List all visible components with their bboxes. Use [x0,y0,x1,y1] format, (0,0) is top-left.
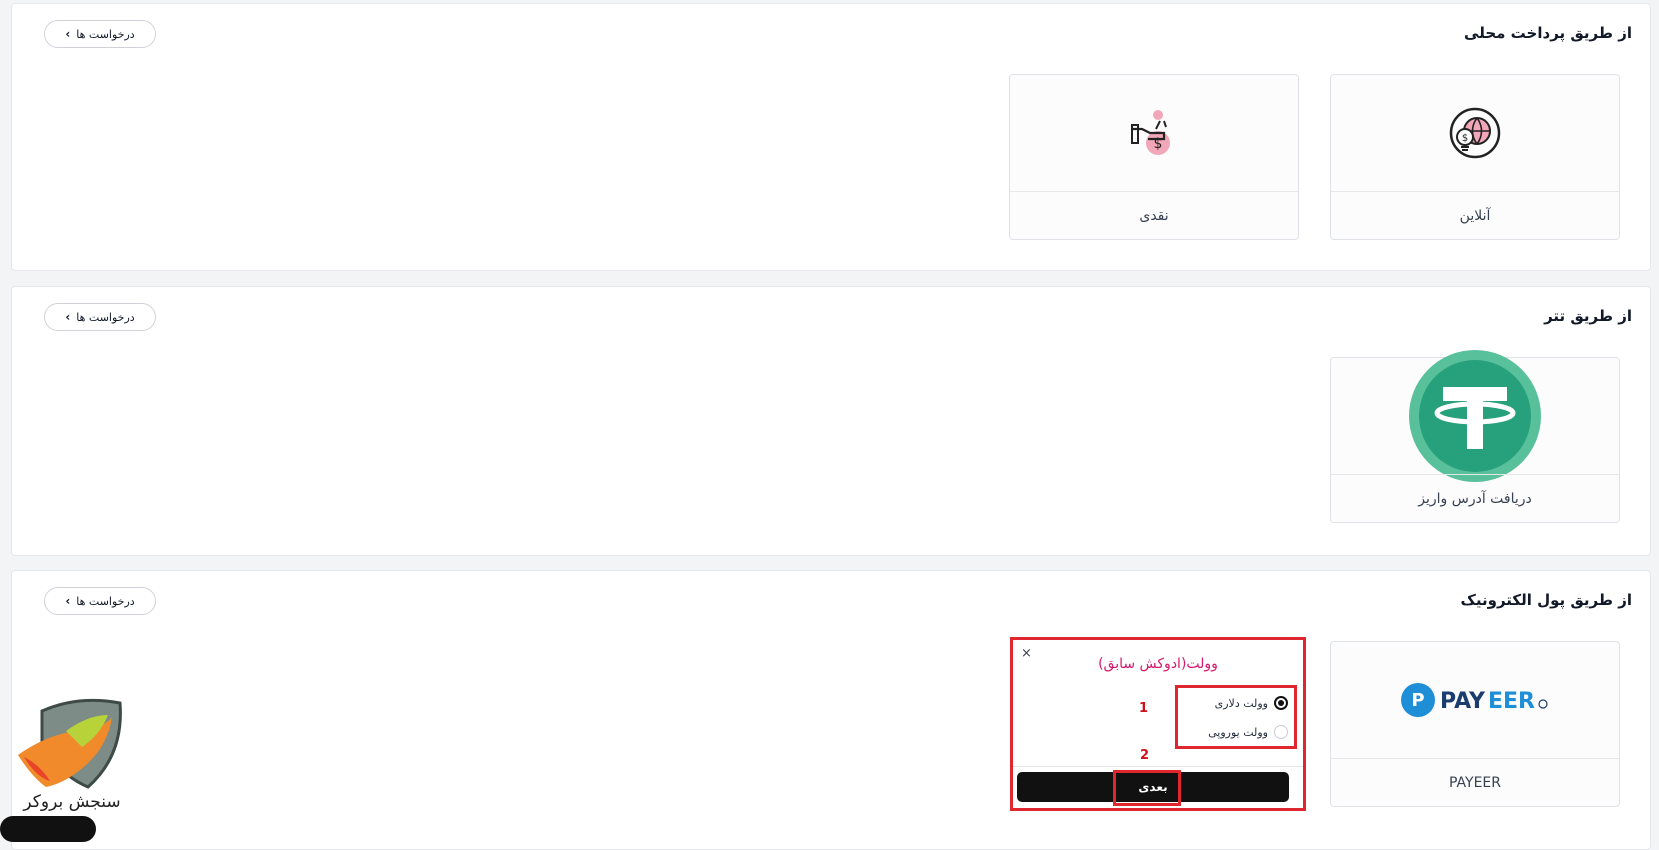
section-tether: از طریق تتر ‹ درخواست ها دریافت آدرس وار… [11,286,1651,556]
requests-button[interactable]: ‹ درخواست ها [44,587,156,615]
requests-button-label: درخواست ها [76,594,135,608]
annotation-number-1: 1 [1139,701,1149,716]
payment-card-online[interactable]: $ آنلاین [1330,74,1620,240]
section-local-payment: از طریق پرداخت محلی ‹ درخواست ها $ آنلای… [11,3,1651,271]
card-label: PAYEER [1449,775,1502,791]
radio-label: وولت دلاری [1214,696,1268,710]
requests-button-label: درخواست ها [76,27,135,41]
online-payment-globe-icon: $ [1331,75,1619,191]
card-label: آنلاین [1459,208,1491,224]
svg-text:PAY: PAY [1440,689,1486,714]
payment-card-tether[interactable]: دریافت آدرس واریز [1330,350,1620,523]
svg-text:سنجش بروکر: سنجش بروکر [22,792,120,812]
card-label: نقدی [1139,208,1169,224]
section-title: از طریق تتر [1544,307,1632,325]
tether-usdt-icon [1331,350,1619,482]
chevron-left-icon: ‹ [65,594,71,608]
chevron-left-icon: ‹ [65,27,71,41]
wallet-selection-popup: × وولت(ادوکش سابق) وولت دلاری وولت یوروپ… [1010,637,1306,811]
radio-label: وولت یوروپی [1208,725,1268,739]
radio-option-dollar-wallet[interactable]: وولت دلاری [1215,696,1288,710]
requests-button[interactable]: ‹ درخواست ها [44,303,156,331]
radio-button-unchecked[interactable] [1274,725,1288,739]
svg-text:P: P [1411,690,1424,711]
svg-text:EER: EER [1488,689,1535,714]
card-label: دریافت آدرس واریز [1418,491,1532,507]
radio-option-euro-wallet[interactable]: وولت یوروپی [1208,725,1288,739]
brand-logo: سنجش بروکر [16,695,128,813]
cash-money-hand-icon: $ [1010,75,1298,191]
requests-button[interactable]: ‹ درخواست ها [44,20,156,48]
section-electronic-money: از طریق پول الکترونیک ‹ درخواست ها P PAY… [11,570,1651,850]
radio-button-checked[interactable] [1274,696,1288,710]
highlight-box-options: وولت دلاری وولت یوروپی [1175,685,1297,749]
chevron-left-icon: ‹ [65,310,71,324]
popup-title: وولت(ادوکش سابق) [1098,656,1218,672]
highlight-box-next [1113,770,1181,806]
svg-text:$: $ [1462,133,1468,144]
section-title: از طریق پرداخت محلی [1464,24,1632,42]
payment-card-cash[interactable]: $ نقدی [1009,74,1299,240]
popup-divider [1013,766,1303,767]
chat-widget-button[interactable] [0,816,96,842]
payeer-logo: P PAY EER [1331,642,1619,758]
section-title: از طریق پول الکترونیک [1460,591,1633,609]
annotation-number-2: 2 [1140,748,1150,763]
payment-card-payeer[interactable]: P PAY EER PAYEER [1330,641,1620,807]
requests-button-label: درخواست ها [76,310,135,324]
